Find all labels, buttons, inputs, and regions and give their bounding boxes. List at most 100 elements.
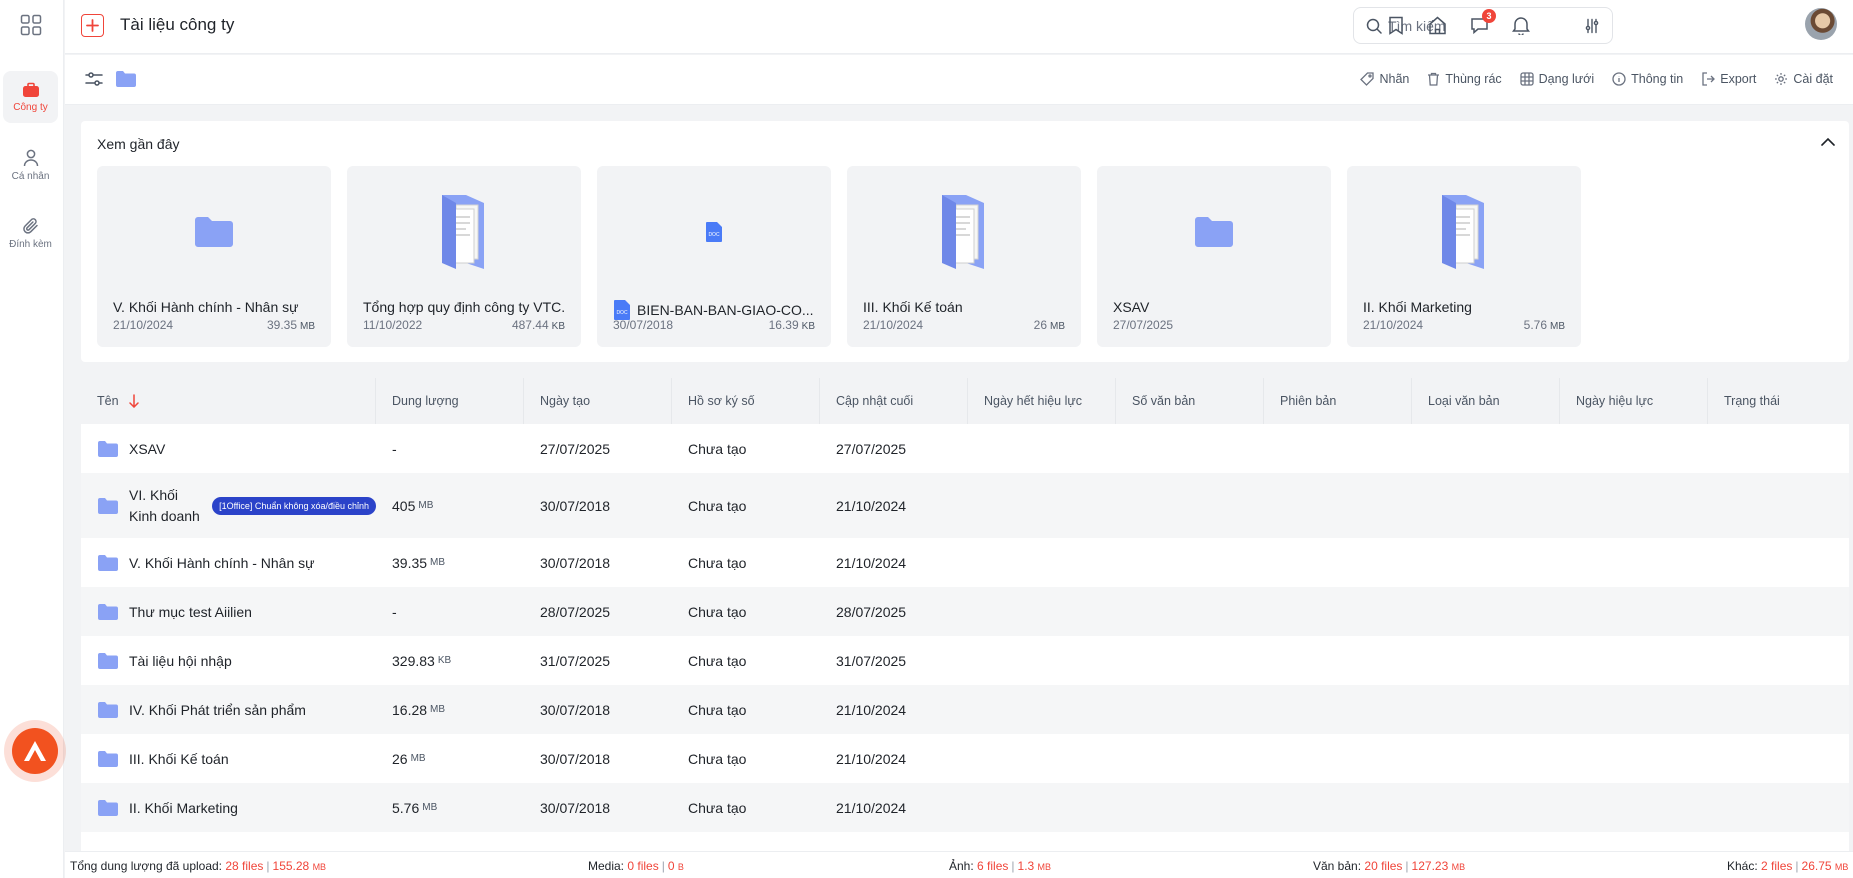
row-name: XSAV [129, 440, 166, 457]
export-button[interactable]: Export [1701, 72, 1756, 86]
column-header[interactable]: Trạng thái [1708, 378, 1849, 424]
column-header[interactable]: Phiên bản [1264, 378, 1412, 424]
left-sidebar: Công ty Cá nhân Đính kèm [0, 0, 66, 878]
settings-button[interactable]: Cài đặt [1774, 72, 1833, 86]
row-updated: 27/07/2025 [836, 440, 907, 457]
folder-icon [97, 603, 119, 621]
recent-item-name: III. Khối Kế toán [863, 299, 963, 315]
recent-item-card[interactable]: II. Khối Marketing 21/10/2024 5.76 MB [1347, 166, 1581, 347]
row-updated: 21/10/2024 [836, 750, 907, 767]
table-row[interactable]: III. Khối Kế toán 26 MB 30/07/2018 Chưa tạo 2… [81, 734, 1849, 783]
filter-toggle-icon[interactable] [85, 71, 103, 87]
recent-item-name: V. Khối Hành chính - Nhân sự [113, 299, 299, 315]
column-header[interactable]: Hồ sơ ký số [672, 378, 820, 424]
storage-other-label: Khác: [1727, 859, 1758, 873]
recent-item-size [1312, 318, 1315, 332]
column-header[interactable]: Cập nhật cuối [820, 378, 968, 424]
recent-item-date: 21/10/2024 [113, 318, 174, 332]
folder-icon [97, 652, 119, 670]
row-updated: 31/07/2025 [836, 652, 907, 669]
recent-item-name: Tổng hợp quy định công ty VTC... [363, 299, 565, 315]
info-icon [1612, 72, 1626, 86]
bell-icon[interactable] [1510, 14, 1532, 36]
storage-documents-size: 127.23 [1411, 859, 1449, 873]
column-header[interactable]: Ngày hết hiệu lực [968, 378, 1116, 424]
user-avatar[interactable] [1805, 8, 1837, 40]
column-header[interactable]: Tên [81, 378, 376, 424]
sort-desc-arrow-icon[interactable] [128, 394, 139, 408]
sidebar-item-label: Đính kèm [9, 238, 52, 250]
storage-media-unit: B [677, 862, 684, 872]
assistant-button[interactable] [4, 720, 66, 782]
table-row[interactable]: V. Khối Hành chính - Nhân sự 39.35 MB 30/07… [81, 538, 1849, 587]
labels-button[interactable]: Nhãn [1360, 72, 1409, 86]
recent-item-card[interactable]: III. Khối Kế toán 21/10/2024 26 MB [847, 166, 1081, 347]
trash-button[interactable]: Thùng rác [1427, 72, 1502, 86]
recent-item-name: XSAV [1113, 299, 1150, 315]
recent-item-size: 39.35 MB [266, 318, 315, 332]
column-header[interactable]: Ngày tạo [524, 378, 672, 424]
recent-item-size: 5.76 MB [1523, 318, 1565, 332]
bookmark-icon[interactable] [1385, 14, 1407, 36]
recently-viewed-title: Xem gần đây [97, 136, 180, 152]
root-folder-icon[interactable] [115, 70, 137, 88]
storage-images-size: 1.3 [1017, 859, 1035, 873]
row-updated: 28/07/2025 [836, 603, 907, 620]
user-icon [23, 149, 39, 167]
recent-item-card[interactable]: Tổng hợp quy định công ty VTC... 11/10/20… [347, 166, 581, 347]
folder-icon [97, 554, 119, 572]
recent-item-card[interactable]: DOC DOC BIEN-BAN-BAN-GIAO-CO... 30/07/2018 1… [597, 166, 831, 347]
storage-other-files: 2 files [1761, 859, 1793, 873]
recent-item-date: 11/10/2022 [363, 318, 423, 332]
new-document-button[interactable] [81, 14, 104, 37]
row-name: Thư mục test Aiilien [129, 603, 252, 620]
filter-sliders-icon[interactable] [1584, 18, 1600, 34]
recent-item-size: 487.44 KB [511, 318, 565, 332]
app-grid-icon[interactable] [20, 14, 42, 36]
row-created: 28/07/2025 [540, 603, 611, 620]
table-row[interactable]: IV. Khối Phát triển sản phẩm 16.28 MB 30/07… [81, 685, 1849, 734]
table-row[interactable]: Tài liệu hội nhập 329.83 KB 31/07/2025 Chưa … [81, 636, 1849, 685]
collapse-chevron-up-icon[interactable] [1821, 137, 1835, 146]
sidebar-item-personal[interactable]: Cá nhân [3, 139, 58, 191]
column-header[interactable]: Loại văn bản [1412, 378, 1560, 424]
folder-icon [97, 799, 119, 817]
sidebar-item-attachments[interactable]: Đính kèm [3, 207, 58, 259]
recent-items-list: V. Khối Hành chính - Nhân sự 21/10/2024 39… [97, 166, 1581, 347]
tag-icon [1360, 72, 1375, 86]
row-updated: 21/10/2024 [836, 497, 907, 514]
row-name: II. Khối Marketing [129, 799, 238, 816]
storage-other-unit: MB [1834, 862, 1849, 872]
storage-documents-label: Văn bản: [1313, 859, 1362, 873]
table-row[interactable]: Thư mục test Aiilien - 28/07/2025 Chưa tạo 2… [81, 587, 1849, 636]
top-bar: Tài liệu công ty 3 [65, 0, 1853, 54]
table-row[interactable]: XSAV - 27/07/2025 Chưa tạo 27/07/2025 [81, 424, 1849, 473]
column-header[interactable]: Số văn bản [1116, 378, 1264, 424]
row-updated: 21/10/2024 [836, 701, 907, 718]
folder-icon [1347, 192, 1581, 272]
table-row[interactable]: VI. Khối Kinh doanh [1Office] Chuẩn không… [81, 473, 1849, 538]
home-icon[interactable] [1426, 14, 1448, 36]
recent-item-card[interactable]: V. Khối Hành chính - Nhân sự 21/10/2024 39… [97, 166, 331, 347]
storage-total-label: Tổng dung lượng đã upload: [70, 859, 223, 873]
row-updated: 21/10/2024 [836, 799, 907, 816]
grid-view-button[interactable]: Dạng lưới [1519, 72, 1594, 86]
trash-icon [1427, 72, 1440, 86]
info-button[interactable]: Thông tin [1612, 72, 1683, 86]
folder-icon [97, 750, 119, 768]
row-size: 405 MB [392, 497, 434, 514]
recent-item-card[interactable]: XSAV 27/07/2025 [1097, 166, 1331, 347]
column-header[interactable]: Dung lượng [376, 378, 524, 424]
folder-icon [97, 192, 331, 272]
table-row[interactable]: II. Khối Marketing 5.76 MB 30/07/2018 Chưa t… [81, 783, 1849, 832]
grid-icon [1519, 72, 1534, 86]
toolbar: Nhãn Thùng rác Dạng lưới Thông tin Expor… [65, 55, 1853, 105]
column-header[interactable]: Ngày hiệu lực [1560, 378, 1708, 424]
row-created: 31/07/2025 [540, 652, 611, 669]
storage-images-label: Ảnh: [949, 859, 974, 873]
settings-icon [1774, 72, 1788, 86]
chat-icon[interactable]: 3 [1468, 9, 1496, 36]
sidebar-item-company[interactable]: Công ty [3, 71, 58, 123]
row-sign-status: Chưa tạo [688, 440, 747, 457]
files-table: Tên Dung lượng Ngày tạo Hồ sơ ký số Cập nhật… [81, 378, 1849, 851]
